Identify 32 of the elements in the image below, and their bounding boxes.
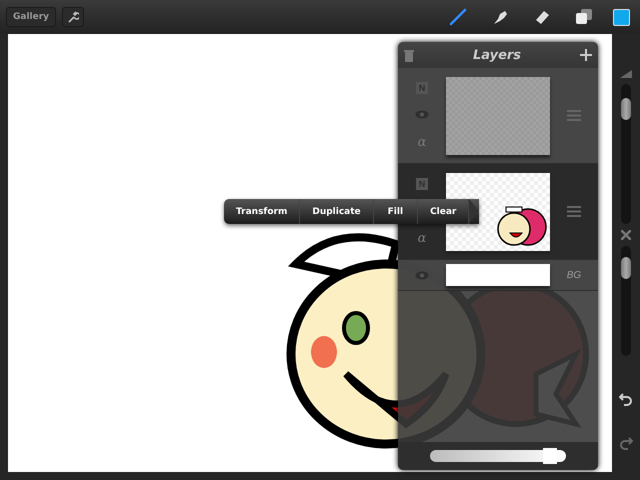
brush-icon bbox=[449, 8, 467, 26]
gallery-button[interactable]: Gallery bbox=[6, 7, 56, 27]
panel-title: Layers bbox=[472, 48, 522, 62]
menu-pointer bbox=[469, 199, 480, 223]
alpha-lock-label[interactable]: α bbox=[418, 230, 426, 246]
brush-opacity-slider[interactable] bbox=[621, 246, 631, 356]
layer-row[interactable]: BG bbox=[398, 260, 598, 291]
layers-icon bbox=[575, 8, 593, 26]
menu-item[interactable]: Transform bbox=[224, 199, 300, 224]
eraser-icon bbox=[533, 8, 551, 26]
size-icon bbox=[620, 70, 632, 78]
brush-tool-button[interactable] bbox=[447, 7, 469, 27]
add-icon[interactable] bbox=[580, 49, 592, 61]
wrench-icon[interactable] bbox=[62, 7, 84, 27]
redo-icon[interactable] bbox=[619, 436, 633, 450]
brush-size-slider[interactable] bbox=[621, 84, 631, 224]
drag-handle-icon[interactable] bbox=[567, 110, 581, 121]
menu-item[interactable]: Duplicate bbox=[300, 199, 374, 224]
drag-handle-icon[interactable] bbox=[567, 206, 581, 217]
finger-icon bbox=[491, 8, 509, 26]
slider-thumb[interactable] bbox=[621, 256, 631, 279]
undo-icon[interactable] bbox=[619, 392, 633, 406]
menu-item[interactable]: Clear bbox=[418, 199, 470, 224]
slider-thumb[interactable] bbox=[621, 98, 631, 120]
trash-icon[interactable] bbox=[404, 48, 414, 62]
opacity-icon bbox=[621, 230, 631, 240]
color-swatch[interactable] bbox=[613, 8, 630, 26]
slider-thumb[interactable] bbox=[543, 448, 558, 464]
menu-item[interactable]: Fill bbox=[374, 199, 418, 224]
layer-opacity-slider[interactable] bbox=[430, 450, 566, 462]
layers-tool-button[interactable] bbox=[573, 7, 595, 27]
background-label: BG bbox=[566, 270, 582, 280]
